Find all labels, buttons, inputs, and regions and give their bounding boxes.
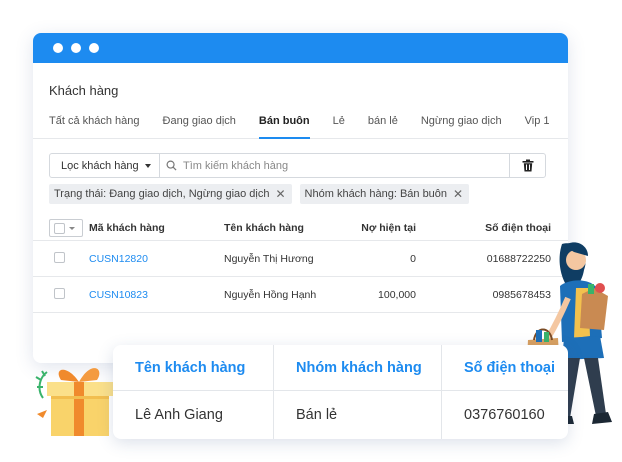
customer-name: Nguyễn Thị Hương bbox=[224, 252, 314, 265]
delete-button[interactable] bbox=[509, 154, 545, 177]
tab-retail[interactable]: bán lẻ bbox=[368, 111, 398, 138]
card-header-phone: Số điện thoại bbox=[442, 345, 568, 391]
chevron-down-icon bbox=[69, 226, 75, 230]
customer-card: Tên khách hàng Lê Anh Giang Nhóm khách h… bbox=[113, 345, 568, 439]
active-filters: Trạng thái: Đang giao dịch, Ngừng giao d… bbox=[49, 184, 552, 204]
chip-label: Nhóm khách hàng: Bán buôn bbox=[304, 188, 448, 200]
card-column-name: Tên khách hàng Lê Anh Giang bbox=[113, 345, 274, 439]
header-code: Mã khách hàng bbox=[89, 222, 165, 234]
close-icon[interactable]: ✕ bbox=[275, 187, 285, 201]
customer-table: Mã khách hàng Tên khách hàng Nợ hiện tại… bbox=[33, 216, 568, 313]
search-box bbox=[160, 154, 509, 177]
tab-wholesale[interactable]: Bán buôn bbox=[258, 111, 310, 139]
select-all-cell bbox=[49, 219, 89, 237]
card-value-name: Lê Anh Giang bbox=[135, 407, 223, 423]
row-select-cell bbox=[49, 287, 89, 302]
window-dot bbox=[71, 43, 81, 53]
search-icon bbox=[166, 160, 177, 171]
header-phone: Số điện thoại bbox=[485, 222, 551, 234]
card-header-name: Tên khách hàng bbox=[113, 345, 273, 391]
card-value-group: Bán lẻ bbox=[296, 407, 338, 423]
filter-button-label: Lọc khách hàng bbox=[61, 159, 139, 172]
row-checkbox[interactable] bbox=[54, 287, 65, 299]
customer-debt: 100,000 bbox=[378, 288, 416, 301]
table-header: Mã khách hàng Tên khách hàng Nợ hiện tại… bbox=[33, 216, 568, 241]
page-title: Khách hàng bbox=[49, 83, 119, 98]
chip-label: Trạng thái: Đang giao dịch, Ngừng giao d… bbox=[54, 188, 270, 200]
row-checkbox[interactable] bbox=[54, 251, 65, 263]
header-debt: Nợ hiện tại bbox=[361, 222, 416, 234]
tab-trading[interactable]: Đang giao dịch bbox=[163, 111, 236, 138]
search-input[interactable] bbox=[183, 159, 509, 172]
filter-chip-status: Trạng thái: Đang giao dịch, Ngừng giao d… bbox=[49, 184, 292, 204]
trash-icon bbox=[522, 159, 533, 172]
card-value-phone: 0376760160 bbox=[464, 407, 545, 423]
page-content: Khách hàng Tất cả khách hàng Đang giao d… bbox=[33, 63, 568, 313]
card-column-group: Nhóm khách hàng Bán lẻ bbox=[274, 345, 442, 439]
tab-le[interactable]: Lẻ bbox=[333, 111, 345, 138]
customer-tabs: Tất cả khách hàng Đang giao dịch Bán buô… bbox=[33, 111, 568, 139]
window-dot bbox=[53, 43, 63, 53]
card-header-group: Nhóm khách hàng bbox=[274, 345, 441, 391]
tab-vip1[interactable]: Vip 1 bbox=[525, 111, 550, 138]
table-row[interactable]: CUSN12820 Nguyễn Thị Hương 0 01688722250 bbox=[33, 241, 568, 277]
tab-all[interactable]: Tất cả khách hàng bbox=[49, 111, 140, 138]
table-row[interactable]: CUSN10823 Nguyễn Hồng Hạnh 100,000 09856… bbox=[33, 277, 568, 313]
row-select-cell bbox=[49, 251, 89, 266]
customer-code-link[interactable]: CUSN12820 bbox=[89, 253, 224, 265]
filter-bar: Lọc khách hàng bbox=[49, 153, 546, 178]
window-dot bbox=[89, 43, 99, 53]
stage: Khách hàng Tất cả khách hàng Đang giao d… bbox=[0, 0, 622, 462]
customer-code-link[interactable]: CUSN10823 bbox=[89, 289, 224, 301]
customer-debt: 0 bbox=[410, 252, 416, 265]
header-name: Tên khách hàng bbox=[224, 222, 304, 234]
customer-name: Nguyễn Hồng Hạnh bbox=[224, 288, 317, 301]
window-titlebar bbox=[33, 33, 568, 63]
gift-box-illustration bbox=[35, 368, 113, 436]
card-column-phone: Số điện thoại 0376760160 bbox=[442, 345, 568, 439]
tab-stopped[interactable]: Ngừng giao dịch bbox=[421, 111, 502, 138]
select-all-checkbox[interactable] bbox=[54, 222, 65, 234]
app-window: Khách hàng Tất cả khách hàng Đang giao d… bbox=[33, 33, 568, 363]
close-icon[interactable]: ✕ bbox=[453, 187, 463, 201]
chevron-down-icon bbox=[144, 163, 151, 168]
filter-chip-group: Nhóm khách hàng: Bán buôn ✕ bbox=[299, 184, 470, 204]
filter-customers-button[interactable]: Lọc khách hàng bbox=[50, 154, 160, 177]
select-all-dropdown[interactable] bbox=[49, 219, 83, 237]
